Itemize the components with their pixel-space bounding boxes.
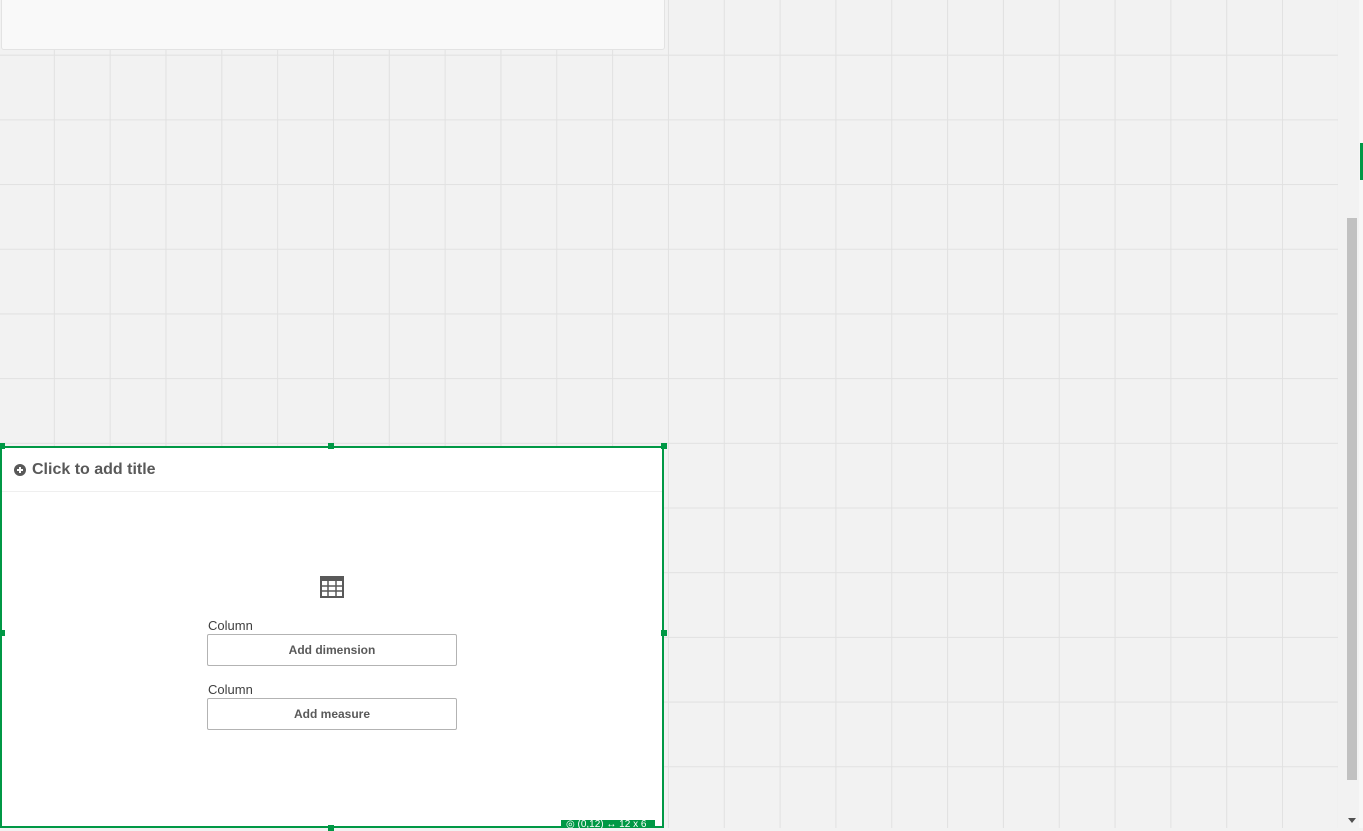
table-object-selected[interactable]: Click to add title Column Add dimension … [0,446,664,828]
scrollbar-thumb[interactable] [1347,218,1357,780]
resize-handle-left[interactable] [0,630,5,636]
resize-handle-top-right[interactable] [661,443,667,449]
chevron-down-icon [1347,817,1356,823]
add-title-button[interactable]: Click to add title [2,448,662,492]
add-dimension-button[interactable]: Add dimension [207,634,457,666]
canvas-edge [1338,0,1340,828]
resize-handle-top[interactable] [328,443,334,449]
table-icon [320,576,344,598]
vertical-scrollbar[interactable] [1344,0,1359,828]
scroll-down-button[interactable] [1344,812,1359,828]
dimension-column-label: Column [208,618,253,633]
resize-handle-top-left[interactable] [0,443,5,449]
sheet-object-top[interactable] [1,0,665,50]
resize-handle-right[interactable] [661,630,667,636]
resize-handle-bottom[interactable] [328,825,334,831]
plus-circle-icon [14,463,26,476]
add-measure-button[interactable]: Add measure [207,698,457,730]
measure-column-label: Column [208,682,253,697]
right-panel-edge [1359,0,1363,828]
title-placeholder: Click to add title [32,460,156,478]
position-size-badge: ◎ (0,12) ↔ 12 x 6 [561,820,655,828]
